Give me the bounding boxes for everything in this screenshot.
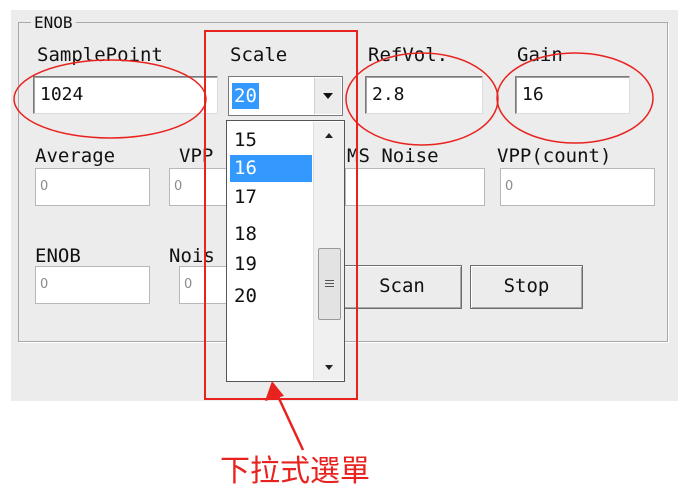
annotation-overlay [13, 30, 654, 451]
pointer-arrow-line [274, 391, 305, 451]
gain-circle [496, 52, 654, 144]
sample-point-circle [13, 59, 207, 139]
annotation-caption: 下拉式選單 [220, 454, 370, 489]
dropdown-highlight-rect [204, 30, 358, 400]
ref-vol-circle [345, 52, 499, 146]
